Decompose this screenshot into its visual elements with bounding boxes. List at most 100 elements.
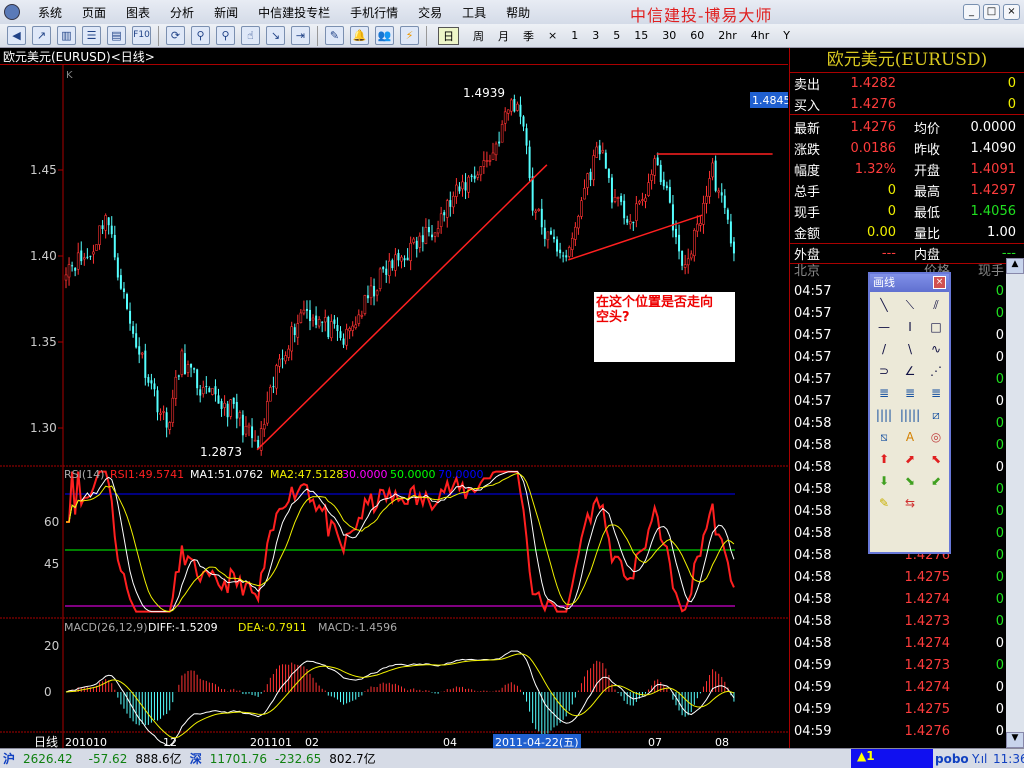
macd-name: MACD(26,12,9) [64,621,148,634]
refresh-icon[interactable]: ⟳ [166,26,185,45]
toolbox-titlebar[interactable]: 画线 × [870,274,949,292]
list-icon[interactable]: ☰ [82,26,101,45]
maximize-button[interactable]: □ [983,4,1000,20]
scroll-down-icon[interactable]: ▼ [1006,732,1024,748]
alert-badge[interactable]: ▲1 [851,749,933,768]
period-button[interactable]: 3 [592,29,599,42]
draw-tool-icon[interactable]: ||||| [897,404,923,426]
period-button[interactable]: 日 [438,26,459,45]
multi-chart-icon[interactable]: ▥ [57,26,76,45]
candle-body [397,252,400,261]
draw-tool-icon[interactable]: ⧄ [923,404,949,426]
draw-tool-icon[interactable]: \ [897,338,923,360]
minimize-button[interactable]: _ [963,4,980,20]
draw-tool-icon[interactable]: ⇆ [897,492,923,514]
draw-tool-icon[interactable]: ∠ [897,360,923,382]
menu-item[interactable]: 中信建投专栏 [258,6,330,20]
zoom-in-icon[interactable]: ⚲ [191,26,210,45]
menu-item[interactable]: 交易 [418,6,442,20]
users-icon[interactable]: 👥 [375,26,394,45]
menu-item[interactable]: 图表 [126,6,150,20]
candle-body [132,326,135,334]
app-logo-icon[interactable] [4,4,20,20]
draw-tool-icon[interactable]: ⋰ [923,360,949,382]
period-button[interactable]: 5 [613,29,620,42]
candle-body [620,195,623,202]
tick-scrollbar[interactable]: ▲ ▼ [1006,258,1024,748]
candle-body [452,195,455,208]
period-button[interactable]: 60 [690,29,704,42]
draw-tool-icon[interactable]: ≣ [871,382,897,404]
period-button[interactable]: 月 [498,28,509,44]
drawing-toolbox[interactable]: 画线 × ╲ ⟍ ⫽ — I □ / \ ∿ ⊃ ∠ ⋰ ≣ ≣ ≣ |||| ||||| ⧄ ⧅ A ◎ ⬆ ⬈ ⬉ ⬇ ⬊ ⬋ ✎ ⇆ [868,272,951,554]
export-icon[interactable]: ↘ [266,26,285,45]
quote-value: 1.4090 [970,141,1017,156]
draw-tool-icon[interactable]: — [871,316,897,338]
draw-tool-icon[interactable]: A [897,426,923,448]
close-button[interactable]: × [1003,4,1020,20]
cursor-icon[interactable]: ☝ [241,26,260,45]
draw-tool-icon[interactable]: ⧅ [871,426,897,448]
draw-tool-icon[interactable]: ⬉ [923,448,949,470]
draw-tool-icon[interactable]: ≣ [897,382,923,404]
candle-body [455,184,458,197]
draw-tool-icon[interactable]: □ [923,316,949,338]
draw-tool-icon[interactable]: ∿ [923,338,949,360]
period-button[interactable]: Y [783,29,790,42]
menu-item[interactable]: 分析 [170,6,194,20]
zoom-out-icon[interactable]: ⚲ [216,26,235,45]
brand-title: 中信建投-博易大师 [630,6,773,25]
lightning-icon[interactable]: ⚡ [400,26,419,45]
draw-tool-icon[interactable]: I [897,316,923,338]
draw-tool-icon[interactable]: ⬆ [871,448,897,470]
period-button[interactable]: 4hr [751,29,770,42]
period-button[interactable]: 30 [662,29,676,42]
quote-label: 开盘 [914,164,941,179]
candle-body [299,312,303,323]
period-button[interactable]: 2hr [718,29,737,42]
draw-tool-icon[interactable]: ⬊ [897,470,923,492]
import-icon[interactable]: ⇥ [291,26,310,45]
menu-item[interactable]: 新闻 [214,6,238,20]
menu-item[interactable]: 页面 [82,6,106,20]
menu-item[interactable]: 工具 [462,6,486,20]
candle-body [229,399,232,417]
period-button[interactable]: 1 [571,29,578,42]
alert-bell-icon[interactable]: 🔔 [350,26,369,45]
candle-body [556,239,559,252]
scroll-up-icon[interactable]: ▲ [1006,258,1024,274]
period-button[interactable]: × [548,29,557,42]
menu-item[interactable]: 帮助 [506,6,530,20]
menu-item[interactable]: 手机行情 [350,6,398,20]
back-icon[interactable]: ◀ [7,26,26,45]
draw-tool-icon[interactable]: |||| [871,404,897,426]
draw-tool-icon[interactable]: ╲ [871,294,897,316]
draw-tool-icon[interactable]: ⬇ [871,470,897,492]
draw-tool-icon[interactable]: ⟍ [897,294,923,316]
draw-tool-icon[interactable]: ⬋ [923,470,949,492]
candle-body [562,255,565,257]
news-icon[interactable]: ▤ [107,26,126,45]
draw-line-icon[interactable]: ✎ [325,26,344,45]
menu-item[interactable]: 系统 [38,6,62,20]
draw-tool-icon[interactable]: / [871,338,897,360]
draw-tool-icon[interactable]: ⫽ [923,294,949,316]
period-button[interactable]: 15 [634,29,648,42]
candle-body [336,325,339,332]
candle-body [445,200,449,218]
tick-row: 04:59 1.4276 0 [790,720,1006,742]
candle-body [638,201,641,204]
chart-area[interactable]: K1.451.401.351.301.49391.28731.4845在这个位置… [0,48,788,748]
period-button[interactable]: 季 [523,28,534,44]
draw-tool-icon[interactable]: ✎ [871,492,897,514]
date-tick: 04 [443,736,457,748]
line-chart-icon[interactable]: ↗ [32,26,51,45]
draw-tool-icon[interactable]: ⬈ [897,448,923,470]
period-button[interactable]: 周 [473,28,484,44]
draw-tool-icon[interactable]: ⊃ [871,360,897,382]
draw-tool-icon[interactable]: ◎ [923,426,949,448]
f10-icon[interactable]: F10 [132,26,151,45]
toolbox-close-button[interactable]: × [933,276,946,289]
draw-tool-icon[interactable]: ≣ [923,382,949,404]
sh-label: 沪 [3,752,16,766]
